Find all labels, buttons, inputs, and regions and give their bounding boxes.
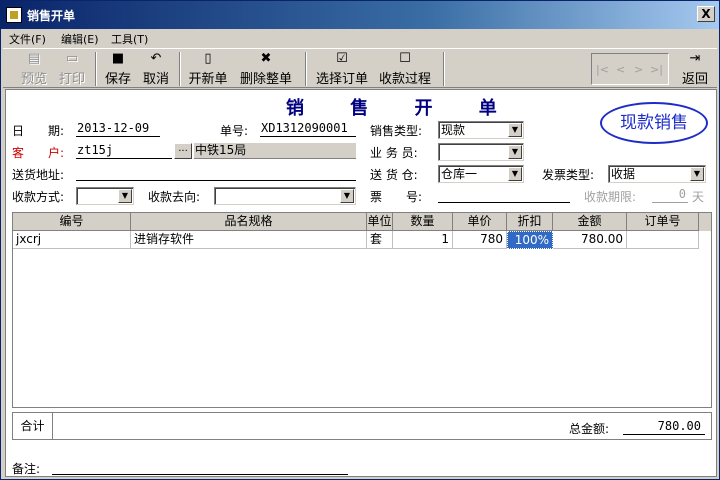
grid-header: 编号 品名规格 单位 数量 单价 折扣 金额 订单号	[13, 213, 711, 231]
checkbox-icon: ☑	[336, 51, 348, 66]
sale-type-stamp: 现款销售	[600, 102, 708, 144]
salesman-select[interactable]: ▼	[438, 143, 524, 161]
date-label: 日 期:	[12, 124, 65, 138]
floppy-disk-icon: ■	[111, 51, 125, 66]
date-field[interactable]: 2013-12-09	[76, 121, 160, 137]
total-row-label: 合计	[13, 413, 53, 439]
nav-last-button[interactable]: >|	[650, 63, 663, 76]
nav-first-button[interactable]: |<	[596, 63, 609, 76]
back-button[interactable]: ⇥ 返回	[679, 51, 711, 87]
toolbar-separator	[95, 52, 97, 86]
total-amount-value: 780.00	[623, 419, 705, 435]
salesman-label: 业 务 员:	[370, 146, 418, 160]
payment-destination-label: 收款去向:	[148, 190, 201, 204]
collect-process-button[interactable]: ☐ 收款过程	[375, 51, 435, 87]
sales-order-window: 销售开单 X 文件(F) 编辑(E) 工具(T) ▤ 预览 ▭ 打印 ■ 保存 …	[0, 0, 720, 480]
chevron-down-icon[interactable]: ▼	[508, 167, 522, 181]
exit-door-icon: ⇥	[689, 51, 701, 66]
undo-icon: ↶	[150, 51, 162, 66]
toolbar: ▤ 预览 ▭ 打印 ■ 保存 ↶ 取消 ▯ 开新单 ✖ 删除整单 ☑ 选择订单	[3, 48, 717, 88]
new-document-icon: ▯	[204, 51, 212, 66]
chevron-down-icon[interactable]: ▼	[508, 123, 522, 137]
customer-label: 客 户:	[12, 146, 65, 160]
chevron-down-icon[interactable]: ▼	[118, 189, 132, 203]
preview-button[interactable]: ▤ 预览	[17, 51, 51, 87]
cell-unit[interactable]: 套	[367, 231, 393, 249]
cell-qty[interactable]: 1	[393, 231, 453, 249]
payment-destination-select[interactable]: ▼	[214, 187, 356, 205]
chevron-down-icon[interactable]: ▼	[340, 189, 354, 203]
payment-term-label: 收款期限:	[584, 190, 637, 204]
order-form: 销 售 开 单 现款销售 日 期: 2013-12-09 单号: XD13120…	[5, 89, 717, 477]
blank-box-icon: ☐	[399, 51, 411, 66]
doc-no-label: 单号:	[220, 124, 249, 138]
warehouse-select[interactable]: 仓库一 ▼	[438, 165, 524, 183]
totals-bar: 合计 总金额: 780.00	[12, 412, 712, 440]
cell-code[interactable]: jxcrj	[13, 231, 131, 249]
preview-icon: ▤	[27, 51, 41, 66]
column-header-name[interactable]: 品名规格	[131, 213, 367, 231]
table-row[interactable]: jxcrj 进销存软件 套 1 780 100% 780.00	[13, 231, 711, 249]
cell-amount[interactable]: 780.00	[553, 231, 627, 249]
chevron-down-icon[interactable]: ▼	[508, 145, 522, 159]
delivery-address-field[interactable]	[76, 165, 356, 181]
column-header-unit[interactable]: 单位	[367, 213, 393, 231]
column-header-amount[interactable]: 金额	[553, 213, 627, 231]
new-document-button[interactable]: ▯ 开新单	[185, 51, 231, 87]
menu-bar: 文件(F) 编辑(E) 工具(T)	[1, 29, 719, 47]
sale-type-label: 销售类型:	[370, 124, 423, 138]
cancel-button[interactable]: ↶ 取消	[139, 51, 173, 87]
app-icon	[6, 7, 22, 23]
close-button[interactable]: X	[697, 6, 715, 22]
items-grid: 编号 品名规格 单位 数量 单价 折扣 金额 订单号 jxcrj 进销存软件 套…	[12, 212, 712, 408]
record-navigator: |< < > >|	[591, 53, 669, 85]
nav-prev-button[interactable]: <	[616, 63, 625, 76]
invoice-no-field[interactable]	[438, 187, 570, 203]
remark-field[interactable]	[52, 459, 348, 475]
toolbar-separator	[443, 52, 445, 86]
form-title: 销 售 开 单	[286, 98, 517, 119]
payment-method-select[interactable]: ▼	[76, 187, 134, 205]
payment-term-field[interactable]: 0	[652, 187, 688, 203]
cell-order-no[interactable]	[627, 231, 699, 249]
customer-code-field[interactable]: zt15j	[76, 143, 172, 159]
column-header-price[interactable]: 单价	[453, 213, 507, 231]
payment-term-unit: 天	[692, 190, 705, 204]
menu-file[interactable]: 文件(F)	[9, 31, 46, 47]
total-amount-label: 总金额:	[569, 422, 610, 436]
cell-name[interactable]: 进销存软件	[131, 231, 367, 249]
toolbar-separator	[305, 52, 307, 86]
column-header-code[interactable]: 编号	[13, 213, 131, 231]
menu-edit[interactable]: 编辑(E)	[61, 31, 99, 47]
sale-type-select[interactable]: 现款 ▼	[438, 121, 524, 139]
customer-browse-button[interactable]: ...	[174, 143, 192, 159]
payment-method-label: 收款方式:	[12, 190, 65, 204]
chevron-down-icon[interactable]: ▼	[690, 167, 704, 181]
delivery-address-label: 送货地址:	[12, 168, 65, 182]
save-button[interactable]: ■ 保存	[101, 51, 135, 87]
warehouse-label: 送 货 仓:	[370, 168, 418, 182]
invoice-no-label: 票 号:	[370, 190, 423, 204]
title-bar: 销售开单 X	[1, 1, 719, 29]
column-header-discount[interactable]: 折扣	[507, 213, 553, 231]
menu-tools[interactable]: 工具(T)	[111, 31, 148, 47]
cell-price[interactable]: 780	[453, 231, 507, 249]
delete-document-icon: ✖	[260, 51, 272, 66]
invoice-type-select[interactable]: 收据 ▼	[608, 165, 706, 183]
doc-no-field[interactable]: XD1312090001	[260, 121, 356, 137]
column-header-qty[interactable]: 数量	[393, 213, 453, 231]
remark-label: 备注:	[12, 462, 41, 476]
select-order-button[interactable]: ☑ 选择订单	[313, 51, 371, 87]
column-header-order-no[interactable]: 订单号	[627, 213, 699, 231]
printer-icon: ▭	[65, 51, 79, 66]
delete-document-button[interactable]: ✖ 删除整单	[237, 51, 295, 87]
print-button[interactable]: ▭ 打印	[55, 51, 89, 87]
cell-discount[interactable]: 100%	[507, 231, 553, 249]
invoice-type-label: 发票类型:	[542, 168, 595, 182]
nav-next-button[interactable]: >	[634, 63, 643, 76]
toolbar-separator	[179, 52, 181, 86]
customer-name-field: 中铁15局	[194, 143, 356, 159]
window-title: 销售开单	[27, 9, 76, 23]
